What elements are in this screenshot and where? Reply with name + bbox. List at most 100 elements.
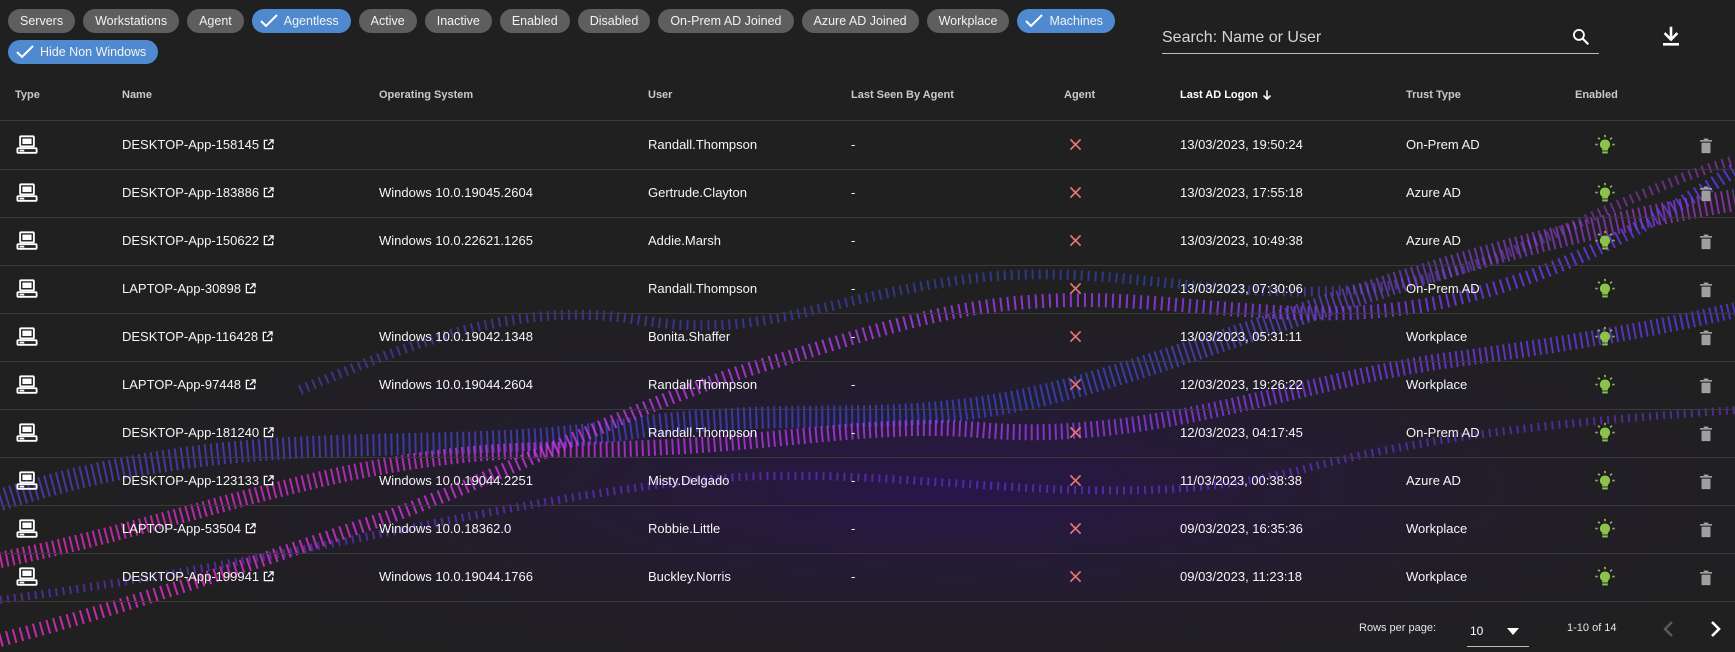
sort-descending-icon (1262, 90, 1271, 101)
device-name-link[interactable]: LAPTOP-App-53504 (122, 521, 241, 536)
column-header-trust-type[interactable]: Trust Type (1406, 80, 1461, 120)
search-icon[interactable] (1571, 27, 1591, 47)
search-input[interactable] (1162, 25, 1542, 51)
filter-chip-label: Active (370, 14, 405, 28)
device-name-link[interactable]: DESKTOP-App-199941 (122, 569, 259, 584)
external-link-icon[interactable] (263, 187, 274, 198)
external-link-icon[interactable] (245, 379, 256, 390)
column-header-os[interactable]: Operating System (379, 80, 473, 120)
cell-trust: Azure AD (1406, 233, 1461, 248)
device-name-link[interactable]: DESKTOP-App-183886 (122, 185, 259, 200)
trash-icon[interactable] (1697, 473, 1715, 491)
computer-icon (16, 183, 38, 202)
cell-name[interactable]: DESKTOP-App-181240 (122, 409, 274, 457)
cell-os: Windows 10.0.22621.1265 (379, 233, 533, 248)
cell-os: Windows 10.0.19044.2604 (379, 377, 533, 392)
filter-chip-label: On-Prem AD Joined (670, 14, 782, 28)
column-header-agent[interactable]: Agent (1064, 80, 1095, 120)
device-name-link[interactable]: DESKTOP-App-123133 (122, 473, 259, 488)
filter-chip-inactive[interactable]: Inactive (424, 9, 492, 33)
cell-name[interactable]: DESKTOP-App-123133 (122, 457, 274, 505)
table-row[interactable]: LAPTOP-App-30898 Randall.Thompson - 13/03/2… (0, 265, 1735, 314)
cell-last-seen: - (851, 425, 856, 440)
external-link-icon[interactable] (245, 283, 256, 294)
table-row[interactable]: LAPTOP-App-53504 Windows 10.0.18362.0 Robb… (0, 505, 1735, 554)
filter-chip-on-prem-ad-joined[interactable]: On-Prem AD Joined (658, 9, 794, 33)
external-link-icon[interactable] (263, 139, 274, 150)
filter-chip-agent[interactable]: Agent (187, 9, 244, 33)
table-row[interactable]: LAPTOP-App-97448 Windows 10.0.19044.2604 R… (0, 361, 1735, 410)
table-row[interactable]: DESKTOP-App-158145 Randall.Thompson - 13/03… (0, 121, 1735, 170)
cell-name[interactable]: LAPTOP-App-97448 (122, 361, 256, 409)
column-header-user[interactable]: User (648, 80, 672, 120)
cell-name[interactable]: DESKTOP-App-116428 (122, 313, 273, 361)
filter-chip-enabled[interactable]: Enabled (499, 9, 570, 33)
cell-name[interactable]: LAPTOP-App-30898 (122, 265, 256, 313)
cell-user: Gertrude.Clayton (648, 185, 747, 200)
filter-chip-active[interactable]: Active (358, 9, 417, 33)
filter-chip-servers[interactable]: Servers (8, 9, 76, 33)
external-link-icon[interactable] (245, 523, 256, 534)
filter-chip-azure-ad-joined[interactable]: Azure AD Joined (801, 9, 919, 33)
trash-icon[interactable] (1697, 233, 1715, 251)
filter-chip-machines[interactable]: Machines (1017, 9, 1115, 33)
trash-icon[interactable] (1697, 185, 1715, 203)
trash-icon[interactable] (1697, 425, 1715, 443)
table-row[interactable]: DESKTOP-App-123133 Windows 10.0.19044.225… (0, 457, 1735, 506)
external-link-icon[interactable] (263, 235, 274, 246)
computer-icon (16, 375, 38, 394)
device-name-link[interactable]: DESKTOP-App-181240 (122, 425, 259, 440)
trash-icon[interactable] (1697, 521, 1715, 539)
cell-trust: Workplace (1406, 569, 1468, 584)
cell-name[interactable]: DESKTOP-App-150622 (122, 217, 274, 265)
device-name-link[interactable]: LAPTOP-App-97448 (122, 377, 241, 392)
table-row[interactable]: DESKTOP-App-116428 Windows 10.0.19042.134… (0, 313, 1735, 362)
column-header-name[interactable]: Name (122, 80, 152, 120)
lightbulb-icon (1595, 326, 1615, 346)
cell-trust: Workplace (1406, 377, 1468, 392)
device-name-link[interactable]: DESKTOP-App-158145 (122, 137, 259, 152)
device-name-link[interactable]: DESKTOP-App-150622 (122, 233, 259, 248)
cell-user: Buckley.Norris (648, 569, 731, 584)
computer-icon (16, 471, 38, 490)
cell-os: Windows 10.0.19045.2604 (379, 185, 533, 200)
filter-chip-disabled[interactable]: Disabled (577, 9, 651, 33)
previous-page-button[interactable] (1657, 617, 1681, 641)
next-page-button[interactable] (1703, 617, 1727, 641)
filter-chip-agentless[interactable]: Agentless (251, 9, 351, 33)
external-link-icon[interactable] (263, 427, 274, 438)
external-link-icon[interactable] (262, 331, 273, 342)
cell-trust: On-Prem AD (1406, 425, 1480, 440)
filter-chip-label: Workstations (95, 14, 168, 28)
external-link-icon[interactable] (263, 571, 274, 582)
table-row[interactable]: DESKTOP-App-199941 Windows 10.0.19044.176… (0, 553, 1735, 602)
table-row[interactable]: DESKTOP-App-183886 Windows 10.0.19045.260… (0, 169, 1735, 218)
table-row[interactable]: DESKTOP-App-181240 Randall.Thompson - 12/03… (0, 409, 1735, 458)
trash-icon[interactable] (1697, 377, 1715, 395)
device-name-link[interactable]: LAPTOP-App-30898 (122, 281, 241, 296)
cell-last-logon: 13/03/2023, 19:50:24 (1180, 137, 1303, 152)
table-row[interactable]: DESKTOP-App-150622 Windows 10.0.22621.126… (0, 217, 1735, 266)
filter-chip-workplace[interactable]: Workplace (926, 9, 1010, 33)
cell-name[interactable]: DESKTOP-App-158145 (122, 121, 274, 169)
trash-icon[interactable] (1697, 281, 1715, 299)
trash-icon[interactable] (1697, 329, 1715, 347)
column-header-last-seen[interactable]: Last Seen By Agent (851, 80, 954, 120)
computer-icon (16, 135, 38, 154)
device-name-link[interactable]: DESKTOP-App-116428 (122, 329, 258, 344)
rows-per-page-select[interactable]: 10 (1467, 620, 1529, 647)
download-icon[interactable] (1659, 25, 1683, 49)
trash-icon[interactable] (1697, 569, 1715, 587)
trash-icon[interactable] (1697, 137, 1715, 155)
computer-icon (16, 231, 38, 250)
table-header: Type Name Operating System User Last See… (0, 80, 1735, 121)
cell-name[interactable]: LAPTOP-App-53504 (122, 505, 256, 553)
cell-name[interactable]: DESKTOP-App-183886 (122, 169, 274, 217)
filter-chip-workstations[interactable]: Workstations (83, 9, 180, 33)
column-header-last-ad-logon[interactable]: Last AD Logon (1180, 80, 1274, 120)
cell-name[interactable]: DESKTOP-App-199941 (122, 553, 274, 601)
external-link-icon[interactable] (263, 475, 274, 486)
column-header-type[interactable]: Type (15, 80, 40, 120)
column-header-enabled[interactable]: Enabled (1575, 80, 1618, 120)
filter-chip-hide-non-windows[interactable]: Hide Non Windows (8, 40, 159, 64)
